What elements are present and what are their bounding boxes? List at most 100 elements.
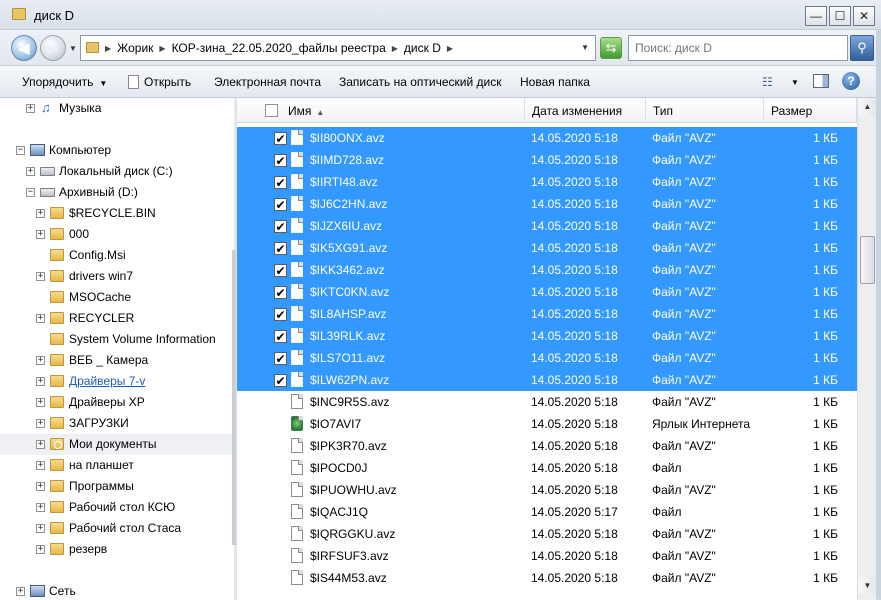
tree-item-folder[interactable]: + RECYCLER	[0, 308, 232, 329]
table-row[interactable]: $IPUOWHU.avz 14.05.2020 5:18 Файл "AVZ" 1 К…	[237, 479, 857, 501]
table-row[interactable]: ✔ $IL39RLK.avz 14.05.2020 5:18 Файл "AVZ" 1 …	[237, 325, 857, 347]
view-options-button[interactable]: ☷	[762, 75, 773, 89]
table-row[interactable]: ✔ $IIRTI48.avz 14.05.2020 5:18 Файл "AVZ" 1 …	[237, 171, 857, 193]
table-row[interactable]: ✔ $IJZX6IU.avz 14.05.2020 5:18 Файл "AVZ" 1 …	[237, 215, 857, 237]
column-header-size[interactable]: Размер	[764, 98, 857, 123]
back-button[interactable]: ◀	[11, 35, 37, 61]
expand-icon[interactable]: +	[36, 209, 45, 218]
row-checkbox[interactable]: ✔	[274, 198, 287, 211]
column-header-name[interactable]: Имя ▲	[237, 98, 525, 123]
expand-icon[interactable]: +	[16, 587, 25, 596]
row-checkbox[interactable]: ✔	[274, 286, 287, 299]
scroll-up-button[interactable]: ▲	[858, 98, 877, 115]
tree-item-folder[interactable]: Config.Msi	[0, 245, 232, 266]
table-row[interactable]: ✔ $IJ6C2HN.avz 14.05.2020 5:18 Файл "AVZ" 1 …	[237, 193, 857, 215]
tree-item-folder[interactable]: + Рабочий стол КСЮ	[0, 497, 232, 518]
tree-item-folder[interactable]: + ВЕБ _ Камера	[0, 350, 232, 371]
expand-icon[interactable]: +	[36, 272, 45, 281]
table-row[interactable]: ✔ $ILW62PN.avz 14.05.2020 5:18 Файл "AVZ" 1 …	[237, 369, 857, 391]
table-row[interactable]: ✔ $IKTC0KN.avz 14.05.2020 5:18 Файл "AVZ" 1 …	[237, 281, 857, 303]
row-checkbox[interactable]: ✔	[274, 220, 287, 233]
close-button[interactable]: ✕	[853, 6, 875, 26]
email-button[interactable]: Электронная почта	[214, 75, 321, 89]
file-list-scrollbar[interactable]: ▲ ▼	[857, 98, 877, 600]
row-checkbox[interactable]: ✔	[274, 374, 287, 387]
row-checkbox[interactable]: ✔	[274, 132, 287, 145]
search-button[interactable]: ⚲	[850, 35, 874, 61]
tree-item-local-disk[interactable]: + Локальный диск (C:)	[0, 161, 232, 182]
chevron-right-icon[interactable]: ▶	[447, 44, 453, 53]
refresh-button[interactable]: ⇆	[600, 37, 622, 59]
burn-button[interactable]: Записать на оптический диск	[339, 75, 502, 89]
open-button[interactable]: Открыть	[128, 75, 191, 89]
table-row[interactable]: $IO7AVI7 14.05.2020 5:18 Ярлык Интернета 1 …	[237, 413, 857, 435]
tree-item-computer[interactable]: − Компьютер	[0, 140, 232, 161]
expand-icon[interactable]: +	[36, 356, 45, 365]
table-row[interactable]: ✔ $IKK3462.avz 14.05.2020 5:18 Файл "AVZ" 1 …	[237, 259, 857, 281]
breadcrumb-item[interactable]: Жорик	[117, 41, 153, 55]
table-row[interactable]: $IRFSUF3.avz 14.05.2020 5:18 Файл "AVZ" 1 К…	[237, 545, 857, 567]
column-header-date[interactable]: Дата изменения	[525, 98, 646, 123]
new-folder-button[interactable]: Новая папка	[520, 75, 590, 89]
scroll-down-button[interactable]: ▼	[858, 577, 877, 594]
expand-icon[interactable]: +	[36, 440, 45, 449]
expand-icon[interactable]: +	[36, 419, 45, 428]
column-header-type[interactable]: Тип	[646, 98, 764, 123]
tree-item-folder[interactable]: + на планшет	[0, 455, 232, 476]
row-checkbox[interactable]: ✔	[274, 154, 287, 167]
table-row[interactable]: $IQACJ1Q 14.05.2020 5:17 Файл 1 КБ	[237, 501, 857, 523]
tree-item-folder[interactable]: + резерв	[0, 539, 232, 560]
search-field[interactable]	[628, 35, 848, 61]
maximize-button[interactable]: ☐	[829, 6, 851, 26]
tree-item-folder[interactable]: + Драйверы 7-v	[0, 371, 232, 392]
expand-icon[interactable]: +	[36, 461, 45, 470]
table-row[interactable]: ✔ $IL8AHSP.avz 14.05.2020 5:18 Файл "AVZ" 1 …	[237, 303, 857, 325]
row-checkbox[interactable]: ✔	[274, 242, 287, 255]
table-row[interactable]: $IPOCD0J 14.05.2020 5:18 Файл 1 КБ	[237, 457, 857, 479]
search-input[interactable]	[635, 37, 835, 59]
tree-item-folder[interactable]: + Драйверы XP	[0, 392, 232, 413]
expand-icon[interactable]: +	[36, 503, 45, 512]
forward-button[interactable]: ▶	[40, 35, 66, 61]
preview-pane-button[interactable]	[813, 74, 829, 88]
tree-item-folder[interactable]: + drivers win7	[0, 266, 232, 287]
help-button[interactable]: ?	[842, 72, 860, 90]
table-row[interactable]: ✔ $IIMD728.avz 14.05.2020 5:18 Файл "AVZ" 1 …	[237, 149, 857, 171]
table-row[interactable]: $IS44M53.avz 14.05.2020 5:18 Файл "AVZ" 1 К…	[237, 567, 857, 589]
row-checkbox[interactable]: ✔	[274, 264, 287, 277]
expand-icon[interactable]: +	[26, 104, 35, 113]
chevron-right-icon[interactable]: ▶	[105, 44, 111, 53]
tree-item-network[interactable]: + Сеть	[0, 581, 232, 600]
tree-item-folder[interactable]: + 000	[0, 224, 232, 245]
expand-icon[interactable]: +	[36, 524, 45, 533]
tree-item-archive-disk[interactable]: − Архивный (D:)	[0, 182, 232, 203]
expand-icon[interactable]: +	[36, 545, 45, 554]
table-row[interactable]: ✔ $II80ONX.avz 14.05.2020 5:18 Файл "AVZ" 1 …	[237, 127, 857, 149]
expand-icon[interactable]: +	[36, 482, 45, 491]
expand-icon[interactable]: +	[36, 377, 45, 386]
table-row[interactable]: $IPK3R70.avz 14.05.2020 5:18 Файл "AVZ" 1 К…	[237, 435, 857, 457]
tree-item-music[interactable]: + ♫ Музыка	[0, 98, 232, 119]
row-checkbox[interactable]: ✔	[274, 330, 287, 343]
table-row[interactable]: $INC9R5S.avz 14.05.2020 5:18 Файл "AVZ" 1 К…	[237, 391, 857, 413]
table-row[interactable]: ✔ $ILS7O11.avz 14.05.2020 5:18 Файл "AVZ" 1 …	[237, 347, 857, 369]
expand-icon[interactable]: +	[36, 314, 45, 323]
breadcrumb-item[interactable]: КОР-зина_22.05.2020_файлы реестра	[172, 41, 386, 55]
tree-item-folder[interactable]: System Volume Information	[0, 329, 232, 350]
collapse-icon[interactable]: −	[26, 188, 35, 197]
row-checkbox[interactable]: ✔	[274, 352, 287, 365]
minimize-button[interactable]: —	[805, 6, 827, 26]
collapse-icon[interactable]: −	[16, 146, 25, 155]
table-row[interactable]: ✔ $IK5XG91.avz 14.05.2020 5:18 Файл "AVZ" 1 …	[237, 237, 857, 259]
tree-item-folder[interactable]: + ЗАГРУЗКИ	[0, 413, 232, 434]
breadcrumb-item[interactable]: диск D	[404, 41, 441, 55]
tree-item-folder[interactable]: + $RECYCLE.BIN	[0, 203, 232, 224]
row-checkbox[interactable]: ✔	[274, 176, 287, 189]
tree-item-folder[interactable]: + Программы	[0, 476, 232, 497]
chevron-right-icon[interactable]: ▶	[392, 44, 398, 53]
tree-item-folder[interactable]: MSOCache	[0, 287, 232, 308]
address-dropdown[interactable]: ▼	[581, 43, 589, 52]
view-dropdown[interactable]: ▼	[791, 78, 799, 87]
expand-icon[interactable]: +	[36, 230, 45, 239]
nav-scrollbar-thumb[interactable]	[232, 250, 236, 545]
